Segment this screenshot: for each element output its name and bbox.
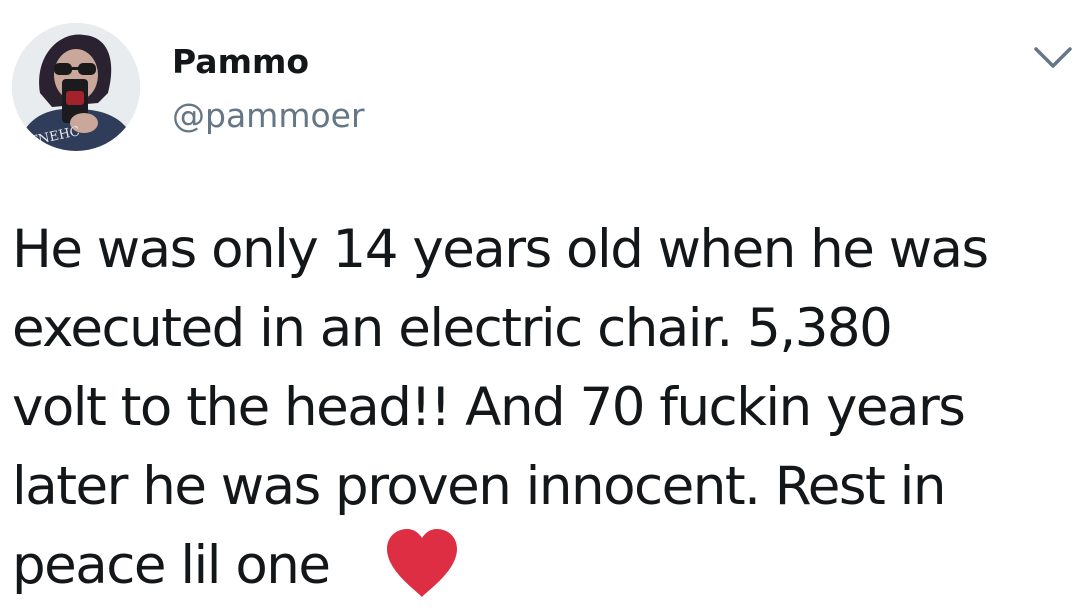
tweet-line: volt to the head!! And 70 fuckin years (12, 377, 966, 438)
display-name[interactable]: Pammo (172, 40, 309, 84)
heart-emoji-icon (387, 529, 457, 597)
tweet-line: He was only 14 years old when he was (12, 219, 989, 280)
tweet-line: later he was proven innocent. Rest in (12, 456, 946, 517)
tweet-card: TNEHC Pammo @pammoer He was only 14 year… (0, 0, 1089, 613)
avatar[interactable]: TNEHC (12, 23, 140, 151)
tweet-line: executed in an electric chair. 5,380 (12, 298, 893, 359)
chevron-down-icon[interactable] (1030, 40, 1076, 74)
tweet-line: peace lil one (12, 535, 331, 596)
avatar-photo-icon: TNEHC (12, 23, 140, 151)
user-handle[interactable]: @pammoer (172, 94, 365, 138)
tweet-text: He was only 14 years old when he was exe… (12, 210, 1084, 605)
